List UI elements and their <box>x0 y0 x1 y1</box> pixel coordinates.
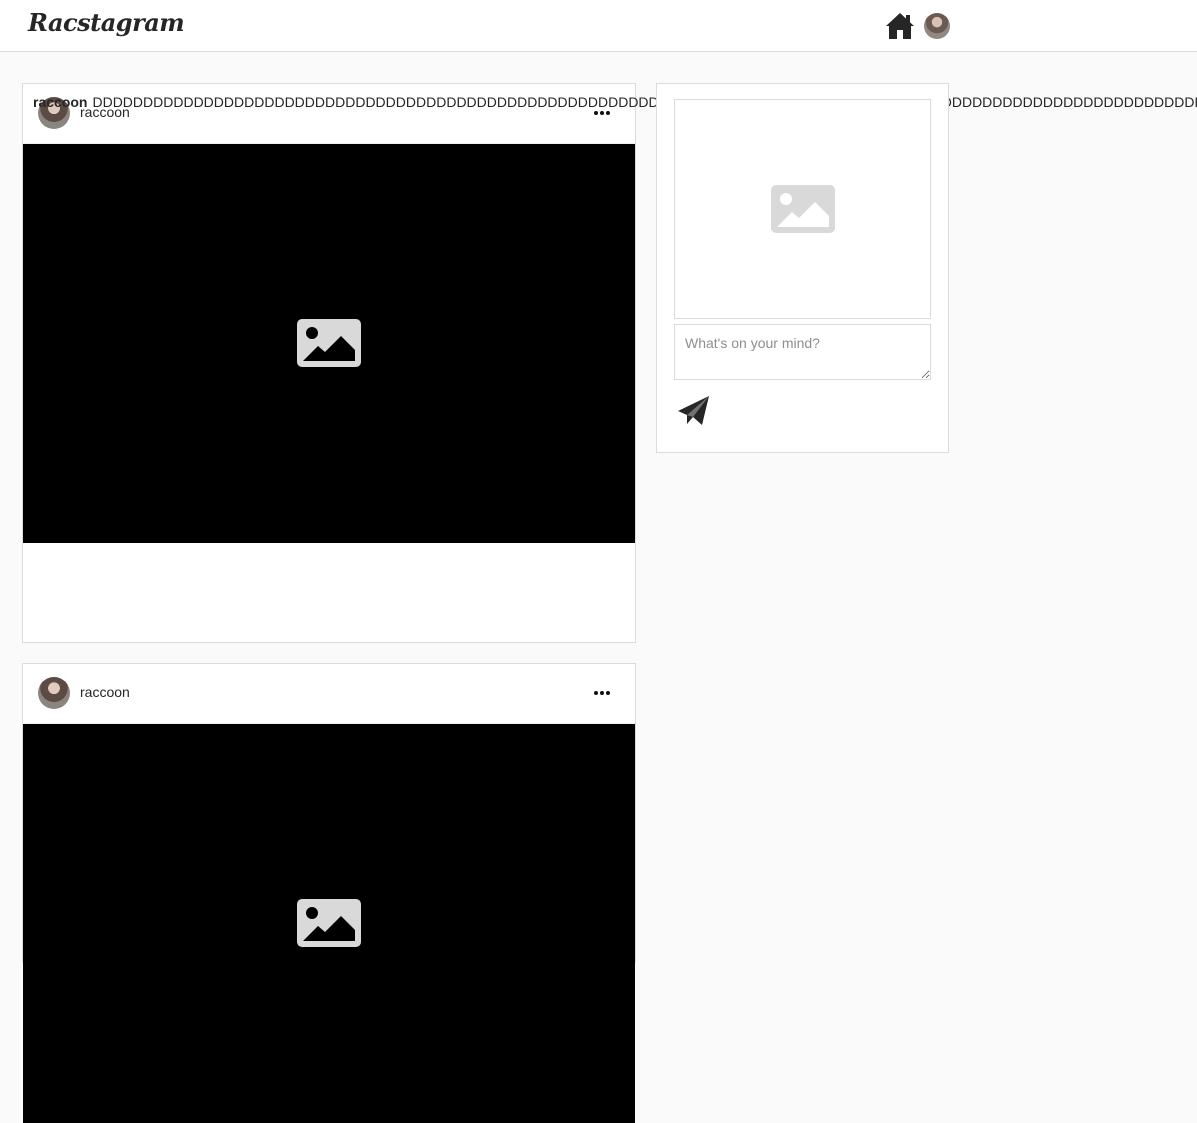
post-image <box>23 144 635 543</box>
caption-username[interactable]: raccoon <box>33 94 87 110</box>
image-placeholder-icon <box>297 899 361 947</box>
send-icon[interactable] <box>676 393 712 429</box>
top-navigation-bar: Racstagram <box>0 0 1197 52</box>
post-username[interactable]: raccoon <box>80 684 130 700</box>
home-icon[interactable] <box>885 12 915 40</box>
feed-post: raccoon <box>22 663 636 1123</box>
post-image <box>23 724 635 1123</box>
new-post-composer <box>656 83 949 453</box>
more-options-button[interactable] <box>594 688 610 698</box>
image-placeholder-icon <box>771 185 835 233</box>
avatar[interactable] <box>38 677 70 709</box>
post-caption: raccoon DDDDDDDDDDDDDDDDDDDDDDDDDDDDDDDDD… <box>33 94 1197 110</box>
post-header: raccoon <box>23 84 635 144</box>
feed-post: raccoon raccoon DDDDDDDDDDDDDDDDDDDDDDDDD… <box>22 83 1197 643</box>
profile-avatar[interactable] <box>924 13 950 39</box>
image-placeholder-icon <box>297 319 361 367</box>
post-text-input[interactable] <box>674 324 931 380</box>
image-upload-area[interactable] <box>674 99 931 319</box>
caption-text: DDDDDDDDDDDDDDDDDDDDDDDDDDDDDDDDDDDDDDDD… <box>92 94 1197 110</box>
app-logo[interactable]: Racstagram <box>28 8 185 37</box>
post-header: raccoon <box>23 664 635 724</box>
